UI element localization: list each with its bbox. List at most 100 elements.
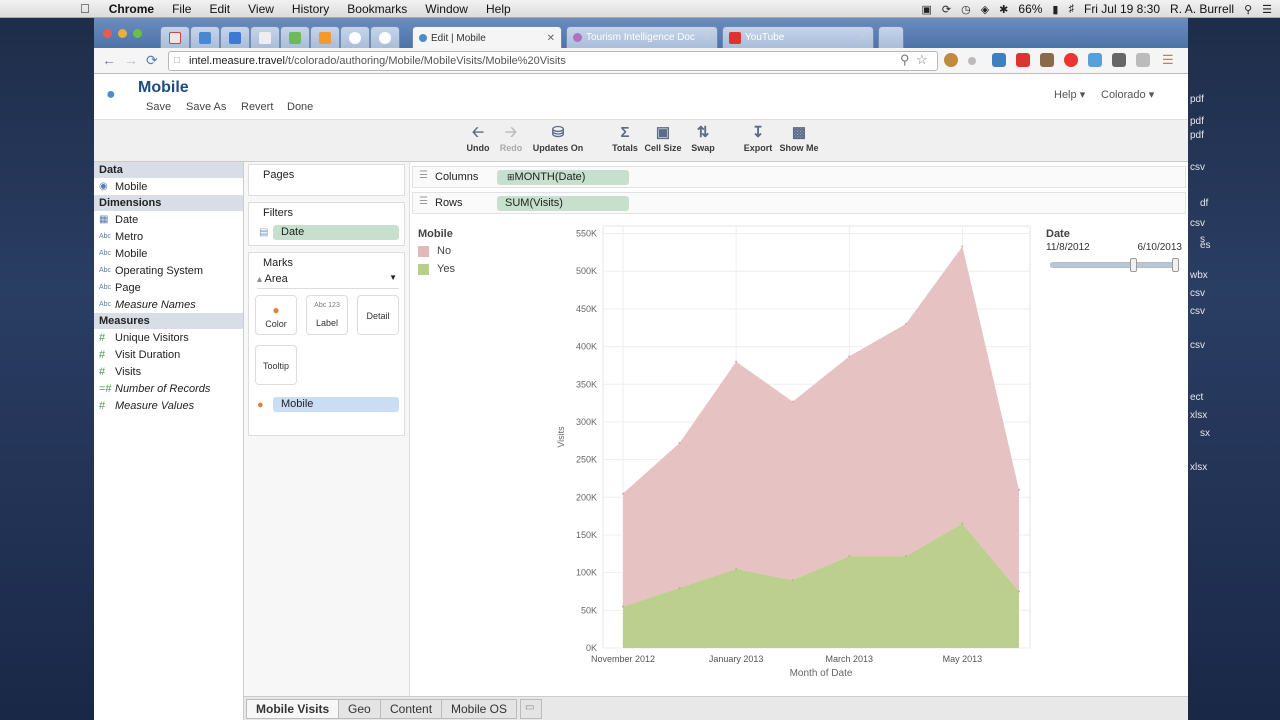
desktop-file-label[interactable]: df: [1200, 198, 1208, 209]
data-point-yes[interactable]: [961, 522, 964, 525]
close-tab-icon[interactable]: ✕: [703, 32, 711, 43]
reload-icon[interactable]: ⟳: [146, 52, 158, 69]
slider-start-handle[interactable]: [1130, 258, 1137, 272]
data-point-no[interactable]: [622, 492, 624, 495]
pinterest-icon[interactable]: [1016, 53, 1030, 67]
measure-field[interactable]: =# Number of Records: [94, 380, 243, 397]
pinned-tab-drive[interactable]: [280, 26, 310, 48]
measure-field[interactable]: # Unique Visitors: [94, 329, 243, 346]
dimension-field[interactable]: Abc Operating System: [94, 262, 243, 279]
extension-icon[interactable]: [944, 53, 958, 67]
measure-field[interactable]: # Measure Values: [94, 397, 243, 414]
sheet-tab-mobile-visits[interactable]: Mobile Visits: [246, 699, 340, 719]
save-button[interactable]: Save: [146, 101, 171, 113]
data-point-no[interactable]: [791, 400, 794, 403]
tab-youtube[interactable]: YouTube ✕: [722, 26, 874, 48]
desktop-file-label[interactable]: csv: [1190, 306, 1205, 317]
h-extension-icon[interactable]: [1136, 53, 1150, 67]
extension-icon[interactable]: [1064, 53, 1078, 67]
menu-edit[interactable]: Edit: [200, 2, 239, 16]
apple-icon[interactable]: : [0, 1, 100, 16]
close-window-button[interactable]: [103, 29, 112, 38]
user-name[interactable]: R. A. Burrell: [1170, 2, 1234, 16]
pinned-tab-docs[interactable]: [250, 26, 280, 48]
save-as-button[interactable]: Save As: [186, 101, 226, 113]
notification-icon[interactable]: ☰: [1262, 3, 1272, 16]
menu-file[interactable]: File: [163, 2, 200, 16]
desktop-file-label[interactable]: xlsx: [1190, 462, 1207, 473]
label-button[interactable]: Abc 123 Label: [306, 295, 348, 335]
swap-button[interactable]: ⇅ Swap: [688, 123, 718, 153]
sheet-tab-geo[interactable]: Geo: [338, 699, 381, 719]
tab-edit-mobile[interactable]: Edit | Mobile ✕: [412, 26, 562, 49]
sheet-tab-content[interactable]: Content: [380, 699, 443, 719]
menu-view[interactable]: View: [239, 2, 283, 16]
sheet-tab-mobile-os[interactable]: Mobile OS: [441, 699, 518, 719]
sync-icon[interactable]: ⟳: [942, 3, 951, 16]
menu-history[interactable]: History: [283, 2, 338, 16]
data-point-no[interactable]: [904, 322, 907, 325]
address-bar[interactable]: □ intel.measure.travel/t/colorado/author…: [168, 51, 938, 71]
export-button[interactable]: ↧ Export: [742, 123, 774, 153]
data-point-no[interactable]: [848, 355, 851, 358]
updates-on-button[interactable]: ⛁ Updates On: [532, 123, 584, 153]
menu-help[interactable]: Help: [477, 2, 520, 16]
pinned-tab-chat[interactable]: [340, 26, 370, 48]
data-point-yes[interactable]: [791, 579, 794, 582]
wrench-icon[interactable]: [1112, 53, 1126, 67]
dimension-field[interactable]: Abc Metro: [94, 228, 243, 245]
detail-button[interactable]: Detail: [357, 295, 399, 335]
datasource-item[interactable]: ◉ Mobile: [94, 178, 243, 195]
show-me-button[interactable]: ▩ Show Me: [778, 123, 820, 153]
desktop-file-label[interactable]: csv: [1190, 288, 1205, 299]
filters-shelf[interactable]: Filters ▤ Date: [248, 202, 405, 246]
pinned-tab-b[interactable]: [370, 26, 400, 48]
camera-icon[interactable]: ▣: [921, 3, 931, 16]
dimension-field[interactable]: Abc Measure Names: [94, 296, 243, 313]
data-point-no[interactable]: [1018, 488, 1020, 491]
done-button[interactable]: Done: [287, 101, 313, 113]
help-menu[interactable]: Help ▾: [1054, 88, 1085, 101]
rows-shelf[interactable]: ☰ Rows SUM(Visits): [412, 192, 1186, 214]
new-sheet-icon[interactable]: ▭: [520, 699, 542, 719]
tooltip-button[interactable]: Tooltip: [255, 345, 297, 385]
cell-size-button[interactable]: ▣ Cell Size: [644, 123, 682, 153]
measure-field[interactable]: # Visit Duration: [94, 346, 243, 363]
desktop-file-label[interactable]: pdf: [1190, 130, 1204, 141]
extension-icon[interactable]: [992, 53, 1006, 67]
minimize-window-button[interactable]: [118, 29, 127, 38]
data-point-yes[interactable]: [904, 555, 907, 558]
back-icon[interactable]: ←: [102, 52, 116, 68]
mark-type-dropdown[interactable]: ▴ Area ▼: [257, 273, 399, 289]
menu-window[interactable]: Window: [416, 2, 477, 16]
desktop-file-label[interactable]: pdf: [1190, 116, 1204, 127]
pages-shelf[interactable]: Pages: [248, 164, 405, 196]
slider-end-handle[interactable]: [1172, 258, 1179, 272]
pinned-tab-gmail[interactable]: [160, 26, 190, 48]
measure-field[interactable]: # Visits: [94, 363, 243, 380]
desktop-file-label[interactable]: wbx: [1190, 270, 1208, 281]
volume-icon[interactable]: ♯: [1068, 3, 1074, 15]
dimension-field[interactable]: Abc Page: [94, 279, 243, 296]
data-point-no[interactable]: [678, 442, 681, 445]
data-point-no[interactable]: [961, 245, 964, 248]
data-point-no[interactable]: [735, 360, 738, 363]
menu-bookmarks[interactable]: Bookmarks: [338, 2, 416, 16]
forward-icon[interactable]: →: [124, 52, 138, 68]
rows-pill[interactable]: SUM(Visits): [497, 196, 629, 211]
desktop-file-label[interactable]: csv: [1190, 218, 1205, 229]
bell-icon[interactable]: [968, 57, 976, 65]
date-range-slider[interactable]: [1046, 257, 1182, 273]
spotlight-icon[interactable]: ⚲: [1244, 3, 1252, 16]
extension-icon[interactable]: [1088, 53, 1102, 67]
filter-pill-date[interactable]: Date: [273, 225, 399, 240]
desktop-file-label[interactable]: csv: [1190, 162, 1205, 173]
columns-pill[interactable]: ⊞MONTH(Date): [497, 170, 629, 185]
instagram-icon[interactable]: [1040, 53, 1054, 67]
zoom-icon[interactable]: ⚲: [900, 52, 910, 68]
pinned-tab-calendar[interactable]: [220, 26, 250, 48]
clock[interactable]: Fri Jul 19 8:30: [1084, 2, 1160, 16]
desktop-file-label[interactable]: csv: [1190, 340, 1205, 351]
new-tab-button[interactable]: [878, 26, 904, 48]
menu-chrome[interactable]: Chrome: [100, 2, 163, 16]
